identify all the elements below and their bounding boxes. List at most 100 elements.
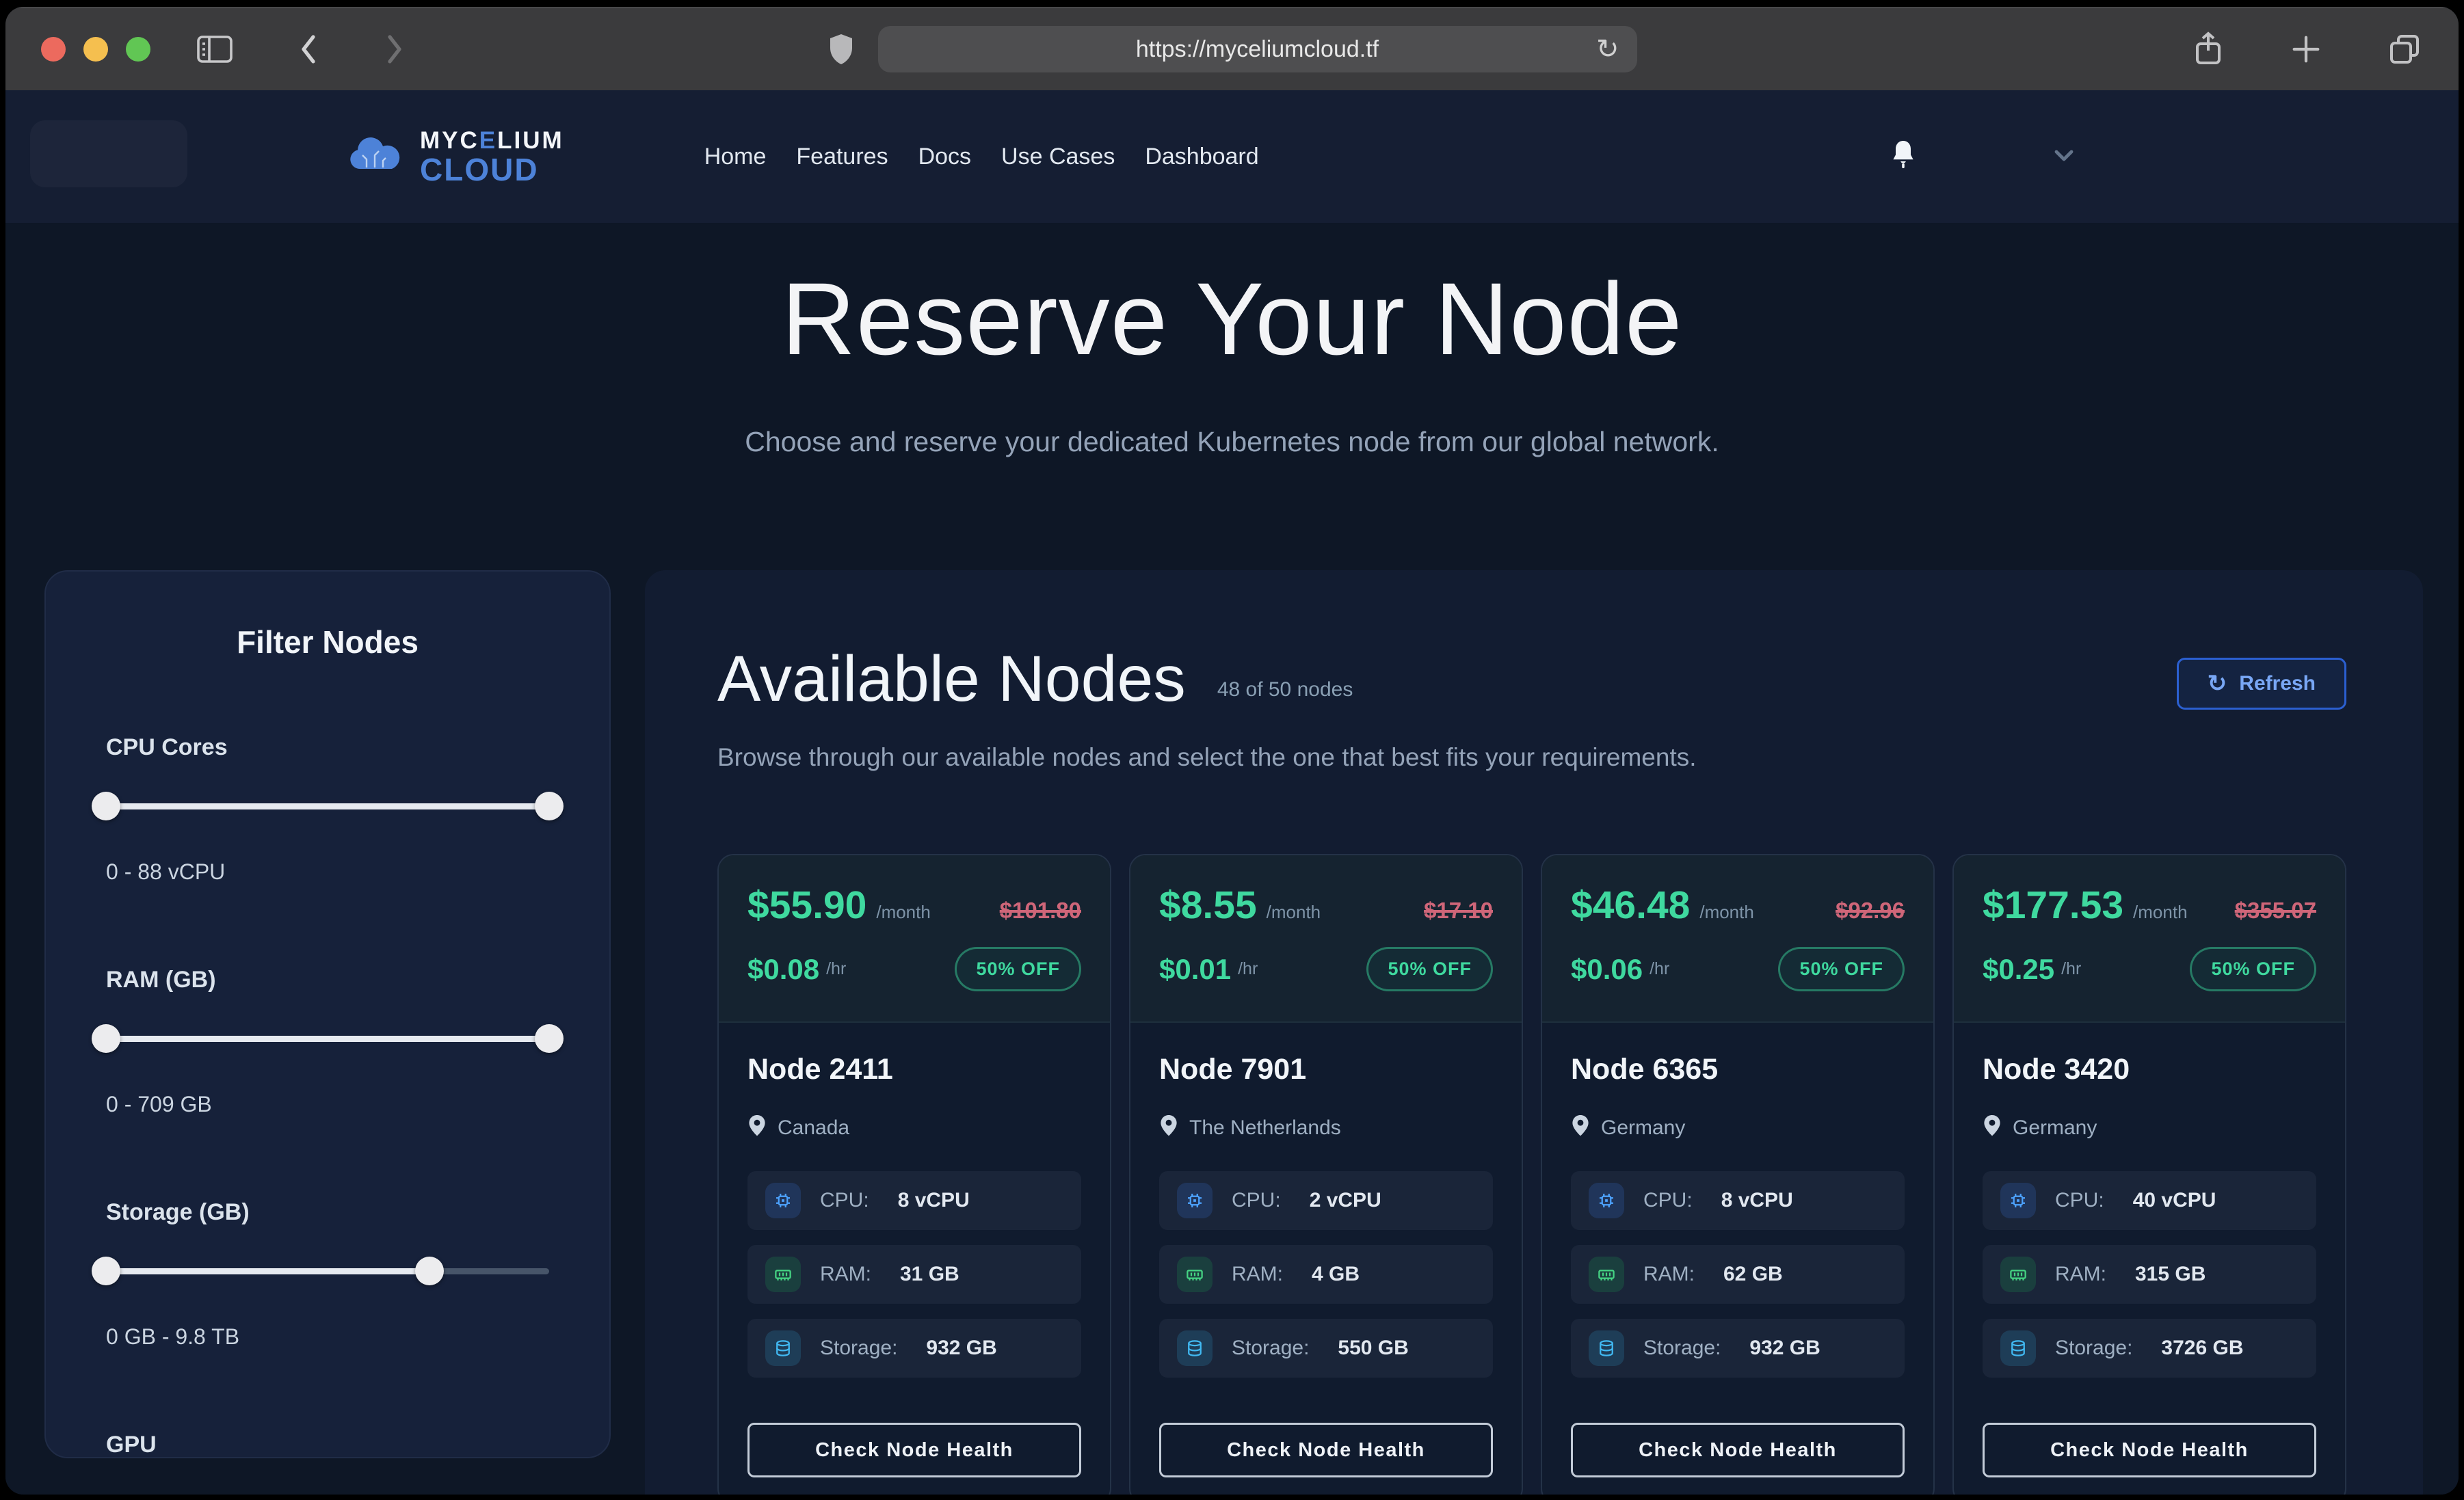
spec-label: RAM: <box>820 1263 871 1286</box>
cpu-icon <box>1589 1183 1624 1218</box>
cpu-slider-handle-max[interactable] <box>535 792 564 820</box>
nav-link-dashboard[interactable]: Dashboard <box>1145 144 1258 170</box>
cpu-range-text: 0 - 88 vCPU <box>106 859 549 885</box>
brand-logo[interactable]: MYCELIUM CLOUD <box>347 129 564 185</box>
spec-label: RAM: <box>1643 1263 1695 1286</box>
tab-overview-icon[interactable] <box>2386 31 2423 68</box>
brand-name-line2: CLOUD <box>420 154 564 185</box>
per-hour-label: /hr <box>1238 959 1258 979</box>
storage-slider[interactable] <box>106 1257 549 1285</box>
nodes-description: Browse through our available nodes and s… <box>717 743 2346 772</box>
ram-slider[interactable] <box>106 1025 549 1052</box>
storage-icon <box>1589 1330 1624 1366</box>
ram-slider-handle-max[interactable] <box>535 1024 564 1053</box>
ram-icon <box>2000 1257 2036 1292</box>
url-text: https://myceliumcloud.tf <box>1136 36 1379 63</box>
check-node-health-button[interactable]: Check Node Health <box>1571 1423 1905 1477</box>
cpu-cores-slider[interactable] <box>106 792 549 820</box>
original-price: $17.10 <box>1424 898 1493 924</box>
cpu-slider-handle-min[interactable] <box>92 792 120 820</box>
storage-slider-handle-min[interactable] <box>92 1257 120 1285</box>
storage-icon <box>2000 1330 2036 1366</box>
filter-group-ram: RAM (GB) 0 - 709 GB <box>106 967 549 1117</box>
shield-icon[interactable] <box>827 33 855 66</box>
card-pricing: $46.48 /month $92.96 $0.06 /hr 50% OFF <box>1542 855 1933 1023</box>
spec-row-ram: RAM: 4 GB <box>1159 1245 1493 1304</box>
price-monthly: $46.48 <box>1571 883 1690 928</box>
original-price: $355.07 <box>2235 898 2316 924</box>
cpu-icon <box>765 1183 801 1218</box>
minimize-window-button[interactable] <box>83 37 108 62</box>
slider-fill <box>106 1036 549 1042</box>
new-tab-icon[interactable] <box>2289 32 2323 66</box>
brand-name-line1: MYCELIUM <box>420 129 564 152</box>
spec-value: 3726 GB <box>2161 1337 2243 1360</box>
refresh-button[interactable]: ↻ Refresh <box>2177 658 2346 710</box>
nav-link-docs[interactable]: Docs <box>918 144 971 170</box>
nodes-count: 48 of 50 nodes <box>1217 678 1353 701</box>
per-hour-label: /hr <box>2061 959 2081 979</box>
spec-label: Storage: <box>820 1337 897 1360</box>
nav-link-use-cases[interactable]: Use Cases <box>1001 144 1115 170</box>
location-pin-icon <box>747 1114 767 1142</box>
per-hour-label: /hr <box>826 959 846 979</box>
site-navbar: MYCELIUM CLOUD Home Features Docs Use Ca… <box>5 90 2459 223</box>
spec-label: Storage: <box>1232 1337 1309 1360</box>
storage-slider-handle-max[interactable] <box>415 1257 444 1285</box>
location-pin-icon <box>1159 1114 1178 1142</box>
check-node-health-button[interactable]: Check Node Health <box>1159 1423 1493 1477</box>
spec-row-cpu: CPU: 8 vCPU <box>747 1171 1081 1230</box>
reload-icon[interactable]: ↻ <box>1596 36 1619 63</box>
discount-badge: 50% OFF <box>2190 947 2316 991</box>
zoom-window-button[interactable] <box>126 37 150 62</box>
node-name: Node 6365 <box>1571 1053 1905 1086</box>
spec-value: 62 GB <box>1723 1263 1783 1286</box>
share-icon[interactable] <box>2190 30 2226 68</box>
per-hour-label: /hr <box>1650 959 1669 979</box>
cpu-cores-label: CPU Cores <box>106 734 549 761</box>
spec-row-cpu: CPU: 8 vCPU <box>1571 1171 1905 1230</box>
refresh-icon: ↻ <box>2208 672 2227 695</box>
nav-link-home[interactable]: Home <box>704 144 767 170</box>
forward-icon[interactable] <box>379 31 409 67</box>
spec-row-cpu: CPU: 2 vCPU <box>1159 1171 1493 1230</box>
check-node-health-button[interactable]: Check Node Health <box>1983 1423 2316 1477</box>
filter-group-gpu: GPU <box>106 1432 549 1458</box>
node-name: Node 3420 <box>1983 1053 2316 1086</box>
spec-label: RAM: <box>1232 1263 1283 1286</box>
price-hourly: $0.06 <box>1571 953 1643 986</box>
slider-fill <box>106 803 549 809</box>
sidebar-toggle-icon[interactable] <box>196 33 234 66</box>
spec-value: 315 GB <box>2135 1263 2205 1286</box>
nav-link-features[interactable]: Features <box>796 144 888 170</box>
spec-value: 8 vCPU <box>1721 1189 1793 1212</box>
node-name: Node 2411 <box>747 1053 1081 1086</box>
check-node-health-button[interactable]: Check Node Health <box>747 1423 1081 1477</box>
price-hourly: $0.08 <box>747 953 819 986</box>
spec-value: 8 vCPU <box>898 1189 970 1212</box>
traffic-lights <box>41 37 150 62</box>
screen: https://myceliumcloud.tf ↻ <box>0 0 2464 1500</box>
spec-label: CPU: <box>1643 1189 1693 1212</box>
spec-row-ram: RAM: 315 GB <box>1983 1245 2316 1304</box>
hero: Reserve Your Node Choose and reserve you… <box>5 260 2459 458</box>
bell-icon[interactable] <box>1887 138 1919 176</box>
spec-value: 932 GB <box>926 1337 996 1360</box>
spec-row-storage: Storage: 550 GB <box>1159 1319 1493 1378</box>
ram-slider-handle-min[interactable] <box>92 1024 120 1053</box>
available-nodes-panel: Available Nodes 48 of 50 nodes ↻ Refresh… <box>645 570 2423 1495</box>
per-month-label: /month <box>2133 902 2188 923</box>
node-location: Canada <box>778 1116 849 1140</box>
card-pricing: $177.53 /month $355.07 $0.25 /hr 50% OFF <box>1954 855 2345 1023</box>
spec-label: CPU: <box>1232 1189 1281 1212</box>
spec-row-storage: Storage: 932 GB <box>747 1319 1081 1378</box>
close-window-button[interactable] <box>41 37 66 62</box>
page-subtitle: Choose and reserve your dedicated Kubern… <box>5 426 2459 458</box>
card-pricing: $55.90 /month $101.80 $0.08 /hr 50% OFF <box>719 855 1110 1023</box>
chevron-down-icon[interactable] <box>2052 146 2076 168</box>
spec-value: 932 GB <box>1749 1337 1820 1360</box>
address-bar[interactable]: https://myceliumcloud.tf ↻ <box>878 26 1637 72</box>
original-price: $92.96 <box>1836 898 1905 924</box>
ram-icon <box>1589 1257 1624 1292</box>
back-icon[interactable] <box>294 31 324 67</box>
